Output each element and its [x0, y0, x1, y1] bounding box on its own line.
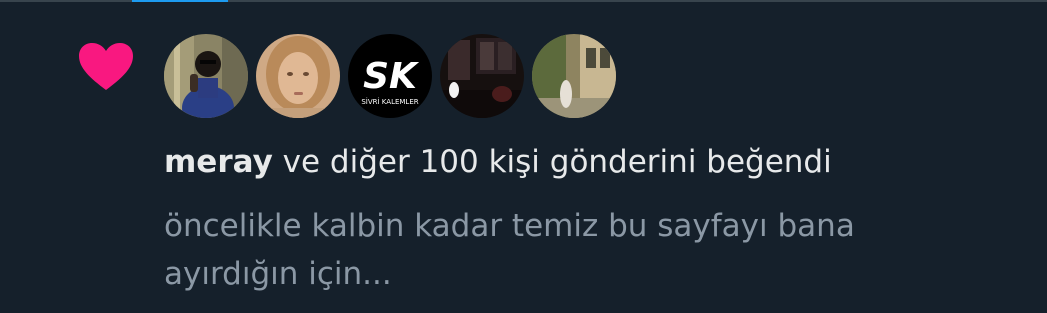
avatar[interactable] [256, 34, 340, 118]
notification-item[interactable]: SK SİVRİ KALEMLER meray ve diğer 100 kiş… [0, 0, 1047, 313]
avatar-photo-dark-room [440, 34, 524, 118]
avatar[interactable] [532, 34, 616, 118]
post-preview-text: öncelikle kalbin kadar temiz bu sayfayı … [164, 208, 855, 292]
liker-name-link[interactable]: meray [164, 144, 273, 180]
avatar-photo-child [164, 34, 248, 118]
like-summary-text: ve diğer 100 kişi gönderini beğendi [272, 144, 832, 180]
avatar-photo-street [532, 34, 616, 118]
svg-text:SK: SK [363, 56, 420, 97]
heart-icon [79, 43, 133, 90]
active-tab-indicator [132, 0, 228, 2]
avatar-logo-sk: SK SİVRİ KALEMLER [348, 34, 432, 118]
avatar[interactable] [164, 34, 248, 118]
avatar-photo-woman [256, 34, 340, 118]
avatar[interactable] [440, 34, 524, 118]
avatar[interactable]: SK SİVRİ KALEMLER [348, 34, 432, 118]
svg-text:SİVRİ KALEMLER: SİVRİ KALEMLER [361, 97, 418, 106]
like-summary: meray ve diğer 100 kişi gönderini beğend… [164, 140, 832, 184]
